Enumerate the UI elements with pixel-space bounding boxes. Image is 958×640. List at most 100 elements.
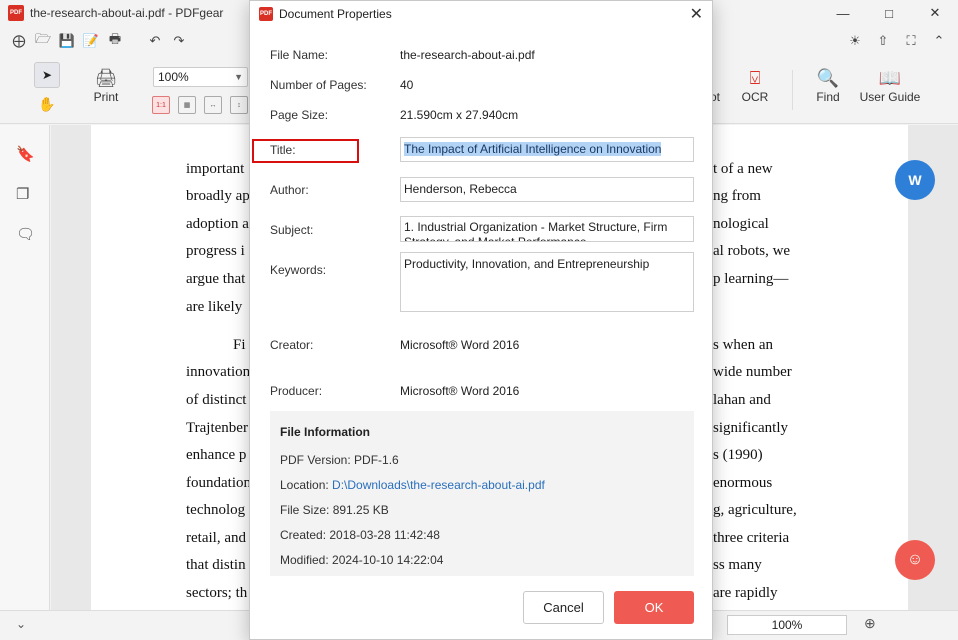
subject-label: Subject: <box>270 223 314 237</box>
file-size-label: File Size: <box>280 503 330 517</box>
fullscreen-icon[interactable]: ⛶ <box>902 32 920 50</box>
subject-input[interactable]: 1. Industrial Organization - Market Stru… <box>400 216 694 242</box>
redo-icon[interactable]: ↷ <box>170 32 188 50</box>
document-text-right: ss many <box>713 557 762 573</box>
ribbon-divider <box>792 70 793 110</box>
chevron-down-icon: ▼ <box>234 72 243 82</box>
document-text-right: ng from <box>713 188 761 204</box>
file-size-row: File Size: 891.25 KB <box>280 503 389 517</box>
fit-mode-row: 1:1 ▦ ↔ ↕ <box>152 96 248 114</box>
document-text-right: al robots, we <box>713 243 791 259</box>
thumbnails-icon[interactable]: ❐ <box>16 185 29 203</box>
close-window-icon[interactable]: ✕ <box>912 0 958 26</box>
print-quick-icon[interactable]: 🖶 <box>106 31 124 50</box>
file-size-value: 891.25 KB <box>332 503 389 517</box>
ai-assistant-robot-icon[interactable]: ☺ <box>895 540 935 580</box>
collapse-ribbon-icon[interactable]: ⌃ <box>930 32 948 50</box>
undo-icon[interactable]: ↶ <box>146 32 164 50</box>
dialog-header: PDF Document Properties ✕ <box>250 1 712 27</box>
page-size-value: 21.590cm x 27.940cm <box>400 108 519 122</box>
location-row: Location: D:\Downloads\the-research-abou… <box>280 478 545 492</box>
quick-right-toolbar: ☀ ⇧ ⛶ ⌃ <box>846 32 948 50</box>
document-text-left: that distin <box>186 557 246 573</box>
created-label: Created: <box>280 528 327 542</box>
convert-to-word-icon[interactable]: W <box>895 160 935 200</box>
document-properties-dialog: PDF Document Properties ✕ File Name: the… <box>249 0 713 640</box>
save-as-icon[interactable]: 📝 <box>82 32 100 50</box>
document-text-right: nological <box>713 216 769 232</box>
document-text-right: significantly <box>713 420 788 436</box>
document-text-left: innovation <box>186 364 251 380</box>
document-text-right: are rapidly <box>713 585 778 601</box>
fit-page-icon[interactable]: ▦ <box>178 96 196 114</box>
document-text-right: g, agriculture, <box>713 502 797 518</box>
status-zoom-field[interactable]: 100% <box>727 615 847 635</box>
ocr-label: OCR <box>741 90 769 104</box>
close-icon[interactable]: ✕ <box>690 4 703 24</box>
document-text-left: foundation <box>186 475 251 491</box>
pdf-version-label: PDF Version: <box>280 453 351 467</box>
fit-width-icon[interactable]: ↔ <box>204 96 222 114</box>
author-input[interactable]: Henderson, Rebecca <box>400 177 694 202</box>
title-selected-text: The Impact of Artificial Intelligence on… <box>404 142 662 156</box>
title-label: Title: <box>270 143 296 157</box>
keywords-input[interactable]: Productivity, Innovation, and Entreprene… <box>400 252 694 312</box>
document-text-left: argue that <box>186 271 246 287</box>
file-info-heading: File Information <box>280 425 370 439</box>
modified-row: Modified: 2024-10-10 14:22:04 <box>280 553 443 567</box>
zoom-value: 100% <box>158 70 189 84</box>
document-text-left: enhance p <box>186 447 247 463</box>
pages-label: Number of Pages: <box>270 78 367 92</box>
save-icon[interactable]: 💾 <box>58 32 76 50</box>
printer-icon: 🖨 <box>94 68 118 88</box>
book-icon: 📖 <box>878 68 902 88</box>
chevron-down-icon[interactable]: ⌄ <box>16 617 26 631</box>
actual-size-icon[interactable]: 1:1 <box>152 96 170 114</box>
new-file-icon[interactable]: ⨁ <box>10 32 28 50</box>
zoom-select[interactable]: 100% ▼ <box>153 67 248 87</box>
document-text-left: Trajtenber <box>186 420 248 436</box>
user-guide-label: User Guide <box>859 90 921 104</box>
creator-value: Microsoft® Word 2016 <box>400 338 520 352</box>
document-text-left: progress i <box>186 243 245 259</box>
cancel-button[interactable]: Cancel <box>523 591 604 624</box>
fit-height-icon[interactable]: ↕ <box>230 96 248 114</box>
created-value: 2018-03-28 11:42:48 <box>329 528 440 542</box>
document-text-right: s (1990) <box>713 447 763 463</box>
document-text-left: technolog <box>186 502 246 518</box>
document-text-right: s when an <box>713 337 773 353</box>
theme-sun-icon[interactable]: ☀ <box>846 32 864 50</box>
hand-tool-icon[interactable]: ✋ <box>38 96 55 113</box>
document-text-left: Fi <box>233 337 246 353</box>
maximize-icon[interactable]: □ <box>866 0 912 26</box>
minimize-icon[interactable]: — <box>820 0 866 26</box>
page-size-label: Page Size: <box>270 108 329 122</box>
document-text-left: retail, and <box>186 530 246 546</box>
producer-value: Microsoft® Word 2016 <box>400 384 520 398</box>
user-guide-button[interactable]: 📖 User Guide <box>858 68 922 104</box>
ocr-button[interactable]: ⍌ OCR <box>737 68 773 104</box>
window-controls: — □ ✕ <box>820 0 958 26</box>
document-text-right: p learning— <box>713 271 789 287</box>
ok-button[interactable]: OK <box>614 591 694 624</box>
keywords-label: Keywords: <box>270 263 327 277</box>
open-folder-icon[interactable]: 🗁 <box>34 31 52 50</box>
bookmark-icon[interactable]: 🔖 <box>16 145 35 163</box>
select-tool-icon[interactable]: ➤ <box>34 62 60 88</box>
producer-label: Producer: <box>270 384 323 398</box>
toolbar-divider <box>130 32 140 50</box>
print-button[interactable]: 🖨 Print <box>88 68 124 104</box>
document-text-left: of distinct <box>186 392 247 408</box>
file-name-value: the-research-about-ai.pdf <box>400 48 535 62</box>
document-text-right: enormous <box>713 475 773 491</box>
find-label: Find <box>816 90 840 104</box>
quick-access-toolbar: ⨁ 🗁 💾 📝 🖶 ↶ ↷ <box>10 31 188 50</box>
document-text-right: three criteria <box>713 530 790 546</box>
zoom-in-icon[interactable]: ⊕ <box>864 615 876 632</box>
file-information-panel: File Information PDF Version: PDF-1.6 Lo… <box>270 411 694 576</box>
share-icon[interactable]: ⇧ <box>874 32 892 50</box>
title-input[interactable]: The Impact of Artificial Intelligence on… <box>400 137 694 162</box>
location-link[interactable]: D:\Downloads\the-research-about-ai.pdf <box>332 478 545 492</box>
comments-icon[interactable]: 🗨 <box>16 225 35 243</box>
find-button[interactable]: 🔍 Find <box>810 68 846 104</box>
